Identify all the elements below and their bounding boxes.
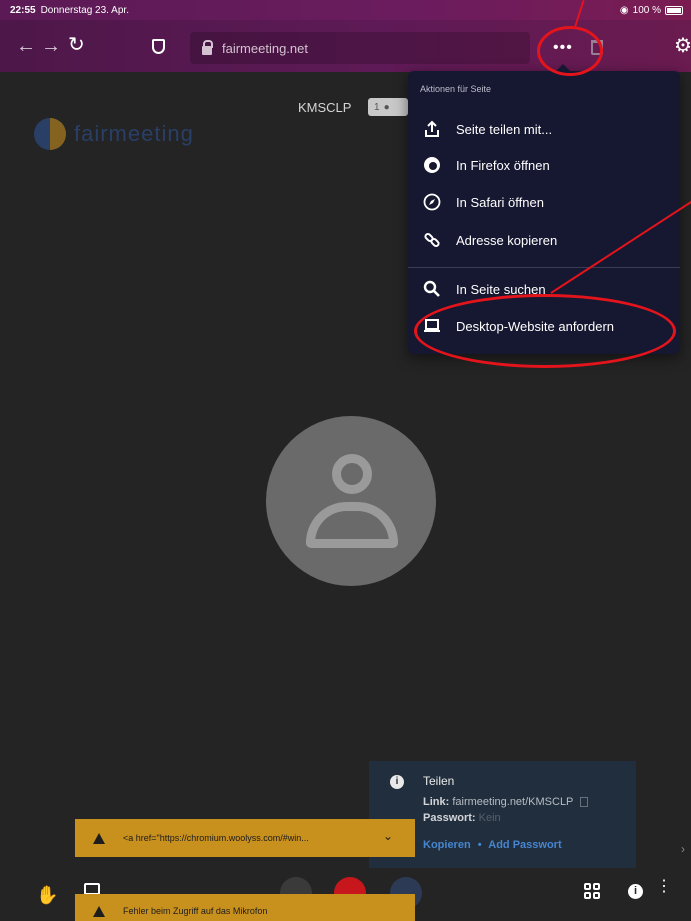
- tile-view-icon[interactable]: [584, 883, 600, 899]
- fairmeeting-logo-icon: [34, 118, 66, 150]
- info-icon: i: [390, 775, 404, 789]
- copy-icon[interactable]: [580, 797, 589, 808]
- menu-item-open-firefox[interactable]: In Firefox öffnen: [408, 147, 680, 183]
- status-date: Donnerstag 23. Apr.: [40, 4, 129, 16]
- url-text: fairmeeting.net: [222, 40, 308, 56]
- battery-icon: [665, 5, 683, 15]
- more-options-icon[interactable]: ⋮: [656, 879, 672, 895]
- chevron-down-icon[interactable]: ⌄: [383, 829, 393, 843]
- participant-count: 1: [374, 101, 380, 113]
- share-icon: [422, 119, 442, 139]
- url-field[interactable]: fairmeeting.net: [190, 32, 530, 64]
- menu-item-label: Adresse kopieren: [456, 232, 558, 248]
- annotation-circle-desktop-item: [414, 294, 676, 368]
- annotation-circle-more-button: [537, 26, 603, 76]
- forward-icon[interactable]: →: [41, 36, 61, 56]
- add-password-button[interactable]: Add Passwort: [488, 839, 561, 851]
- firefox-icon: [422, 155, 442, 175]
- fairmeeting-logo: fairmeeting: [34, 118, 194, 150]
- browser-screen: 22:55 Donnerstag 23. Apr. ◉ 100 % ← → ↻ …: [0, 0, 691, 921]
- menu-item-label: Seite teilen mit...: [456, 121, 553, 137]
- info-button-icon[interactable]: i: [628, 884, 643, 899]
- info-actions: Kopieren • Add Passwort: [423, 839, 562, 851]
- menu-item-label: In Safari öffnen: [456, 194, 544, 210]
- action-separator: •: [477, 839, 482, 851]
- participant-count-badge[interactable]: 1 ●: [368, 98, 408, 116]
- warning-toast-link[interactable]: <a href="https://chromium.woolyss.com/#w…: [75, 819, 415, 857]
- warning-text: Fehler beim Zugriff auf das Mikrofon: [123, 906, 268, 916]
- meeting-link: Link: fairmeeting.net/KMSCLP: [423, 796, 589, 808]
- chevron-right-icon[interactable]: ›: [681, 842, 685, 856]
- battery-percent: 100 %: [632, 4, 661, 16]
- status-time: 22:55: [10, 4, 36, 16]
- menu-item-label: In Firefox öffnen: [456, 157, 550, 173]
- warning-toast-microphone[interactable]: Fehler beim Zugriff auf das Mikrofon: [75, 894, 415, 921]
- wifi-icon: ◉: [619, 4, 629, 16]
- menu-item-copy-address[interactable]: Adresse kopieren: [408, 222, 680, 258]
- info-title: Teilen: [423, 774, 455, 788]
- avatar-body: [306, 502, 398, 548]
- menu-divider: [408, 267, 680, 268]
- back-icon[interactable]: ←: [16, 36, 36, 56]
- menu-item-share[interactable]: Seite teilen mit...: [408, 111, 680, 147]
- reload-icon[interactable]: ↻: [68, 35, 85, 55]
- link-icon: [422, 230, 442, 250]
- search-icon: [422, 279, 442, 299]
- lock-icon: [202, 39, 213, 55]
- warning-text: <a href="https://chromium.woolyss.com/#w…: [123, 833, 309, 843]
- copy-link-button[interactable]: Kopieren: [423, 839, 471, 851]
- menu-item-open-safari[interactable]: In Safari öffnen: [408, 184, 680, 220]
- raise-hand-icon[interactable]: ✋: [36, 885, 58, 906]
- meeting-password: Passwort: Kein: [423, 812, 501, 824]
- safari-compass-icon: [422, 192, 442, 212]
- room-name: KMSCLP: [298, 100, 352, 115]
- participant-avatar: [266, 416, 436, 586]
- tracking-shield-icon[interactable]: [152, 39, 165, 54]
- warning-icon: [93, 906, 105, 917]
- avatar-head: [332, 454, 372, 494]
- settings-gear-icon[interactable]: ⚙: [674, 36, 691, 56]
- menu-title: Aktionen für Seite: [420, 84, 492, 94]
- warning-icon: [93, 832, 105, 844]
- status-bar: 22:55 Donnerstag 23. Apr. ◉ 100 %: [0, 0, 691, 20]
- logo-text: fairmeeting: [74, 121, 194, 146]
- people-icon: ●: [383, 101, 390, 113]
